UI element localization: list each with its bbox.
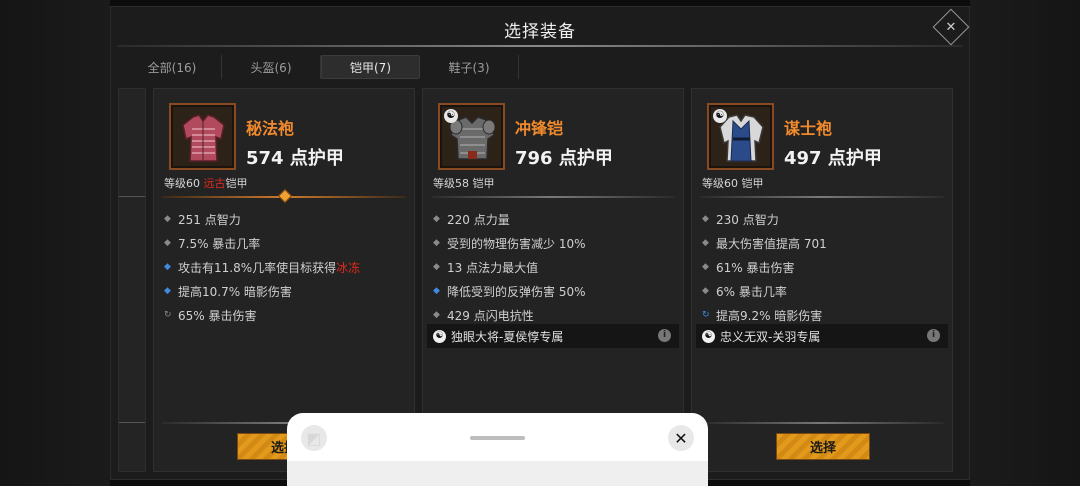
stat-text: 7.5% 暴击几率 <box>178 236 261 251</box>
item-armor: 574 点护甲 <box>246 148 344 169</box>
stat-text: 降低受到的反弹伤害 50% <box>447 284 586 299</box>
stat-text: 220 点力量 <box>447 212 510 227</box>
stat-line: ↻ 65% 暴击伤害 <box>164 303 410 327</box>
partial-card-left <box>118 88 146 472</box>
yinyang-icon: ☯ <box>702 329 715 343</box>
bullet-icon: ◆ <box>433 262 440 272</box>
card-divider <box>431 196 675 198</box>
item-name: 谋士袍 <box>784 119 833 138</box>
card-bottom-divider <box>700 422 944 424</box>
stat-text: 251 点智力 <box>178 212 241 227</box>
info-icon[interactable]: i <box>927 329 940 342</box>
stat-line: ◆ 251 点智力 <box>164 207 410 231</box>
bullet-icon: ◆ <box>164 214 171 224</box>
stat-list: ◆ 251 点智力 ◆ 7.5% 暴击几率 ◆ 攻击有11.8%几率使目标获得 冰冻 ◆… <box>164 207 410 327</box>
stat-text: 13 点法力最大值 <box>447 260 539 275</box>
stat-line: ◆ 最大伤害值提高 701 <box>702 231 948 255</box>
reroll-icon: ↻ <box>164 310 172 320</box>
set-yinyang-icon: ☯ <box>713 109 727 123</box>
ancient-tag: 远古 <box>203 177 226 190</box>
set-name: 独眼大将-夏侯惇专属 <box>451 329 564 344</box>
item-level-suffix: 铠甲 <box>225 177 248 190</box>
pink-robe-icon <box>182 114 225 162</box>
set-name: 忠义无双-关羽专属 <box>720 329 821 344</box>
stat-text: 受到的物理伤害减少 10% <box>447 236 586 251</box>
bullet-icon: ◆ <box>702 214 709 224</box>
robe-item-icon: ☯ <box>707 103 774 170</box>
close-icon: ✕ <box>945 19 957 35</box>
bullet-icon: ◆ <box>433 238 440 248</box>
bullet-icon: ◆ <box>433 310 440 320</box>
dialog-title: 选择装备 <box>504 22 576 42</box>
stat-line: ◆ 攻击有11.8%几率使目标获得 冰冻 <box>164 255 410 279</box>
armor-item-icon: ☯ <box>438 103 505 170</box>
stat-text: 230 点智力 <box>716 212 779 227</box>
bullet-icon: ◆ <box>702 286 709 296</box>
item-level: 等级60 铠甲 <box>702 177 764 190</box>
bullet-icon: ◆ <box>433 214 440 224</box>
item-level: 等级58 铠甲 <box>433 177 495 190</box>
drag-handle[interactable] <box>470 436 525 440</box>
stat-line: ◆ 61% 暴击伤害 <box>702 255 948 279</box>
sheet-close-button[interactable]: ✕ <box>668 425 694 451</box>
stat-text: 最大伤害值提高 701 <box>716 236 827 251</box>
expand-icon[interactable]: ◩ <box>301 425 327 451</box>
yinyang-icon: ☯ <box>433 329 446 343</box>
stat-line: ◆ 7.5% 暴击几率 <box>164 231 410 255</box>
bullet-icon: ◆ <box>702 238 709 248</box>
set-yinyang-icon: ☯ <box>444 109 458 123</box>
card-divider <box>700 196 944 198</box>
bottom-sheet: ◩ ✕ <box>287 413 708 486</box>
reroll-icon: ↻ <box>702 310 710 320</box>
freeze-keyword: 冰冻 <box>336 260 361 275</box>
bullet-icon: ◆ <box>164 238 171 248</box>
partial-card-divider <box>119 196 145 197</box>
title-divider <box>117 45 963 47</box>
select-button[interactable]: 选择 <box>776 433 870 460</box>
item-level: 等级60 远古铠甲 <box>164 175 248 191</box>
set-bonus-bar[interactable]: ☯ 忠义无双-关羽专属 i <box>696 324 948 348</box>
bullet-icon: ◆ <box>702 262 709 272</box>
set-bonus-bar[interactable]: ☯ 独眼大将-夏侯惇专属 i <box>427 324 679 348</box>
info-icon[interactable]: i <box>658 329 671 342</box>
background-right <box>970 0 1080 486</box>
robe-item-icon <box>169 103 236 170</box>
item-level-prefix: 等级60 <box>164 177 204 190</box>
stat-line: ◆ 220 点力量 <box>433 207 679 231</box>
item-name: 冲锋铠 <box>515 119 564 138</box>
stat-text: 6% 暴击几率 <box>716 284 787 299</box>
stat-text: 61% 暴击伤害 <box>716 260 795 275</box>
tab-all[interactable]: 全部(16) <box>123 55 222 79</box>
item-name: 秘法袍 <box>246 119 295 138</box>
stat-line: ◆ 230 点智力 <box>702 207 948 231</box>
bullet-icon: ◆ <box>164 286 171 296</box>
diamond-ornament-icon <box>277 188 293 204</box>
stat-line: ◆ 受到的物理伤害减少 10% <box>433 231 679 255</box>
stat-line: ◆ 降低受到的反弹伤害 50% <box>433 279 679 303</box>
stat-line: ◆ 提高10.7% 暗影伤害 <box>164 279 410 303</box>
background-left <box>0 0 110 486</box>
item-armor: 796 点护甲 <box>515 148 613 169</box>
bullet-icon: ◆ <box>433 286 440 296</box>
tab-helmet[interactable]: 头盔(6) <box>222 55 321 79</box>
stat-line: ◆ 6% 暴击几率 <box>702 279 948 303</box>
stat-text: 429 点闪电抗性 <box>447 308 534 323</box>
stat-list: ◆ 230 点智力 ◆ 最大伤害值提高 701 ◆ 61% 暴击伤害 ◆ 6% 暴击几率… <box>702 207 948 327</box>
stat-line: ◆ 13 点法力最大值 <box>433 255 679 279</box>
stat-list: ◆ 220 点力量 ◆ 受到的物理伤害减少 10% ◆ 13 点法力最大值 ◆ 降低受到… <box>433 207 679 327</box>
sheet-body <box>287 461 708 486</box>
stat-text: 65% 暴击伤害 <box>178 308 257 323</box>
category-tabs: 全部(16) 头盔(6) 铠甲(7) 鞋子(3) <box>123 55 519 81</box>
tab-shoes[interactable]: 鞋子(3) <box>420 55 519 79</box>
partial-card-divider-bottom <box>119 422 145 423</box>
stat-text: 攻击有11.8%几率使目标获得 <box>178 260 337 275</box>
equipment-card-3[interactable]: ☯ 谋士袍 497 点护甲 等级60 铠甲 ◆ 230 点智力 ◆ 最大伤害值提高 … <box>691 88 953 472</box>
game-screen: 选择装备 ✕ 全部(16) 头盔(6) 铠甲(7) 鞋子(3) 秘法袍 574 … <box>0 0 1080 486</box>
tab-armor[interactable]: 铠甲(7) <box>321 55 420 79</box>
bullet-icon: ◆ <box>164 262 171 272</box>
item-armor: 497 点护甲 <box>784 148 882 169</box>
stat-text: 提高10.7% 暗影伤害 <box>178 284 292 299</box>
stat-text: 提高9.2% 暗影伤害 <box>716 308 823 323</box>
